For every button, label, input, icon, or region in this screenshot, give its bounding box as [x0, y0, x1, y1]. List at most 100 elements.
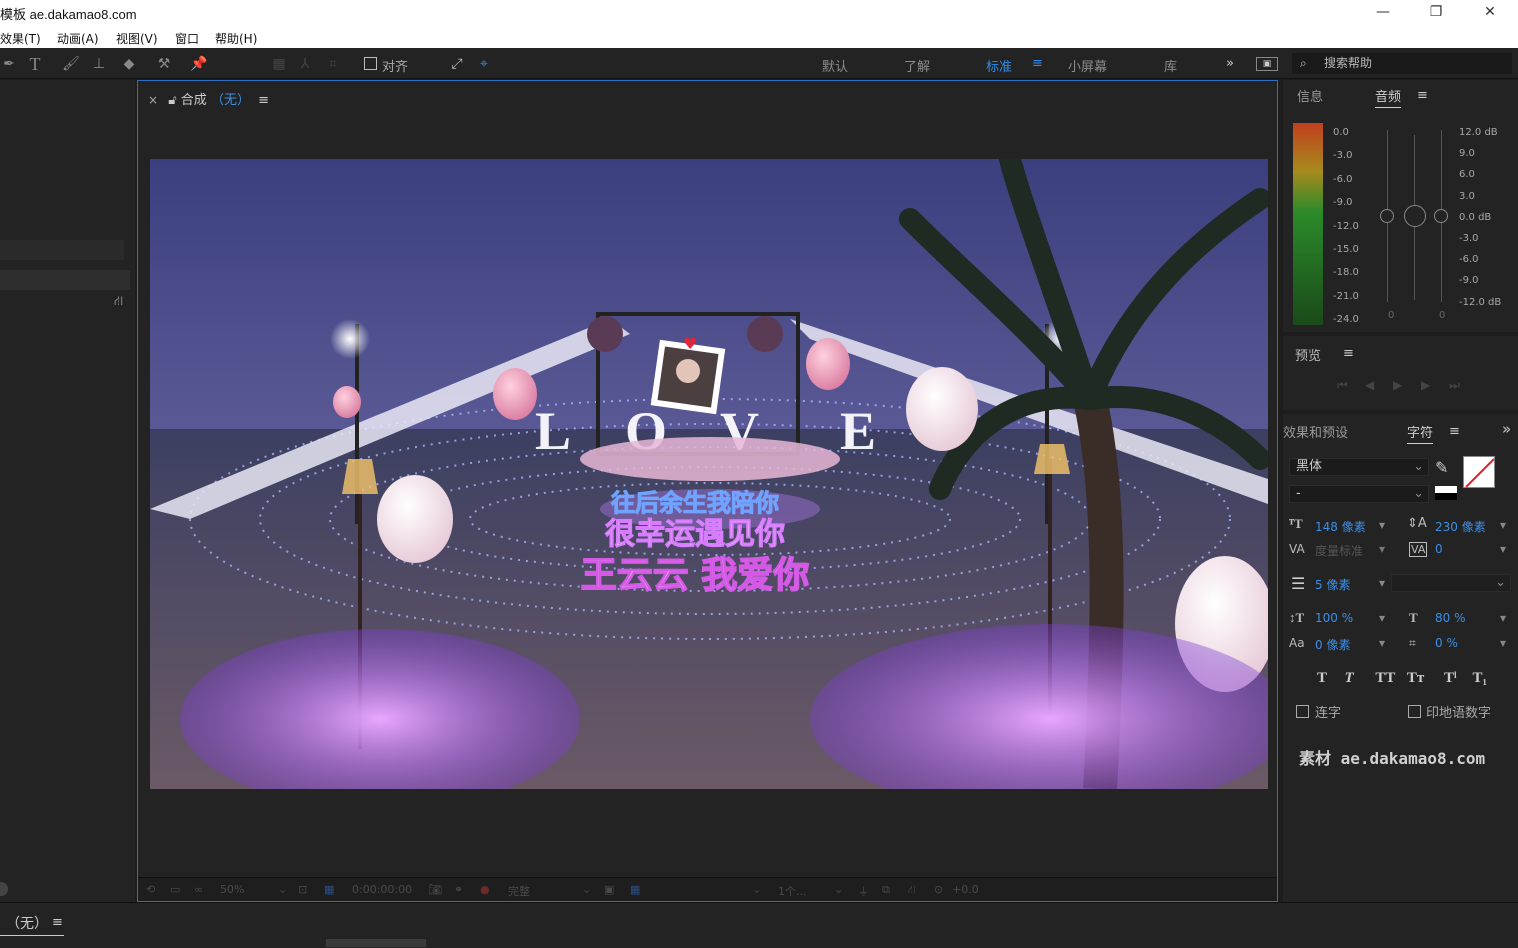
lock-icon[interactable]: 🔓︎: [168, 93, 176, 108]
tsume-value[interactable]: 0 %: [1435, 636, 1458, 650]
stroke-width-value[interactable]: 5 像素: [1315, 576, 1350, 593]
exposure-value[interactable]: +0.0: [952, 883, 979, 896]
timeline-tab-label[interactable]: （无）: [6, 913, 48, 933]
last-frame-icon[interactable]: ⏭: [1449, 378, 1460, 393]
safe-area-icon[interactable]: ⊡: [298, 883, 307, 896]
menu-effects[interactable]: 效果(T): [0, 30, 41, 47]
views-value[interactable]: 1个...: [778, 883, 807, 899]
vr-icon[interactable]: ∞: [194, 883, 203, 896]
next-frame-icon[interactable]: ▶: [1421, 378, 1430, 392]
exposure-reset-icon[interactable]: ⊙: [934, 883, 943, 896]
tracking-dropdown-icon[interactable]: ▾: [1500, 542, 1506, 556]
play-icon[interactable]: ▶: [1393, 378, 1402, 392]
ligatures-checkbox[interactable]: [1296, 705, 1309, 718]
font-size-value[interactable]: 148 像素: [1315, 518, 1366, 535]
stroke-width-dropdown-icon[interactable]: ▾: [1379, 576, 1385, 590]
close-button[interactable]: ✕: [1479, 2, 1501, 22]
eyedropper-icon[interactable]: ✎: [1435, 458, 1448, 477]
prev-frame-icon[interactable]: ◀: [1365, 378, 1374, 392]
audio-menu-icon[interactable]: ≡: [1417, 88, 1428, 103]
workspace-menu-icon[interactable]: ≡: [1032, 56, 1043, 71]
puppet-pin-icon[interactable]: 📌: [190, 55, 208, 73]
zoom-value[interactable]: 50%: [220, 883, 244, 896]
grid-snap-icon[interactable]: ⌖: [475, 55, 493, 73]
small-caps-button[interactable]: Tт: [1407, 670, 1424, 686]
faux-bold-button[interactable]: T: [1317, 670, 1327, 686]
composition-tab[interactable]: × 🔓︎ 合成 （无） ≡: [148, 89, 269, 108]
clone-stamp-icon[interactable]: ⊥: [90, 55, 108, 73]
superscript-button[interactable]: Tˡ: [1444, 670, 1457, 686]
resolution-value[interactable]: 完整: [508, 883, 530, 899]
scroll-handle[interactable]: [0, 882, 8, 896]
minimize-button[interactable]: —: [1372, 2, 1394, 22]
stroke-style-dropdown[interactable]: ⌄: [1391, 574, 1511, 592]
horizontal-scale-dropdown-icon[interactable]: ▾: [1500, 611, 1506, 625]
restore-button[interactable]: ❐: [1425, 2, 1447, 22]
fill-color-swatch[interactable]: [1463, 456, 1495, 488]
type-tool-icon[interactable]: T: [26, 55, 44, 73]
views-dropdown-icon[interactable]: ⌄: [834, 883, 843, 896]
slider-knob-master[interactable]: [1404, 205, 1426, 227]
brush-tool-icon[interactable]: 🖌: [62, 55, 80, 73]
color-channel-icon[interactable]: ●: [480, 883, 490, 896]
snap-icon[interactable]: ▦: [270, 55, 288, 73]
timeline-scrollbar[interactable]: [326, 939, 426, 947]
close-tab-icon[interactable]: ×: [148, 93, 158, 107]
baseline-shift-value[interactable]: 0 像素: [1315, 636, 1350, 653]
flowchart-icon[interactable]: ⛙: [114, 294, 123, 311]
subscript-button[interactable]: T₁: [1472, 670, 1487, 686]
search-help-field[interactable]: ⌕ 搜索帮助: [1292, 53, 1512, 74]
workspace-learn[interactable]: 了解: [904, 56, 930, 75]
character-menu-icon[interactable]: ≡: [1449, 424, 1460, 439]
kerning-value[interactable]: 度量标准: [1315, 542, 1363, 559]
fast-preview-icon[interactable]: ⏚: [858, 883, 869, 899]
camera-dropdown-icon[interactable]: ⌄: [752, 883, 761, 896]
tab-audio[interactable]: 音频: [1375, 86, 1402, 108]
leading-value[interactable]: 230 像素: [1435, 518, 1486, 535]
menu-view[interactable]: 视图(V): [116, 30, 158, 47]
project-search-bar[interactable]: [0, 240, 124, 260]
horizontal-scale-value[interactable]: 80 %: [1435, 611, 1466, 625]
hindi-digits-checkbox[interactable]: [1408, 705, 1421, 718]
snapping-icon[interactable]: ⤢: [448, 55, 466, 73]
workspace-default[interactable]: 默认: [822, 56, 848, 75]
font-size-dropdown-icon[interactable]: ▾: [1379, 518, 1385, 532]
all-caps-button[interactable]: TT: [1375, 670, 1395, 686]
axis-icon[interactable]: ⅄: [296, 55, 314, 73]
timecode[interactable]: 0:00:00:00: [352, 883, 412, 896]
workspace-library[interactable]: 库: [1164, 56, 1177, 75]
zoom-dropdown-icon[interactable]: ⌄: [278, 883, 287, 896]
align-checkbox[interactable]: [364, 57, 377, 70]
show-snapshot-icon[interactable]: ⚭: [454, 883, 463, 896]
faux-italic-button[interactable]: T: [1344, 670, 1353, 686]
tab-info[interactable]: 信息: [1297, 86, 1323, 105]
roto-brush-icon[interactable]: ⚒: [155, 55, 173, 73]
eraser-tool-icon[interactable]: ◆: [120, 55, 138, 73]
transparency-grid-icon[interactable]: ▦: [630, 883, 640, 896]
black-white-swatch[interactable]: [1435, 486, 1457, 500]
tab-preview[interactable]: 预览: [1295, 345, 1321, 364]
preview-menu-icon[interactable]: ≡: [1343, 346, 1354, 361]
kerning-dropdown-icon[interactable]: ▾: [1379, 542, 1385, 556]
tracking-value[interactable]: 0: [1435, 542, 1443, 556]
leading-dropdown-icon[interactable]: ▾: [1500, 518, 1506, 532]
workspace-small-screen[interactable]: 小屏幕: [1068, 56, 1107, 75]
vertical-scale-value[interactable]: 100 %: [1315, 611, 1353, 625]
grid-icon[interactable]: ▦: [324, 883, 334, 896]
font-family-dropdown[interactable]: 黑体 ⌄: [1289, 458, 1429, 476]
region-icon[interactable]: ▣: [604, 883, 614, 896]
menu-help[interactable]: 帮助(H): [215, 30, 257, 47]
slider-knob-left[interactable]: [1380, 209, 1394, 223]
composition-viewer[interactable]: ♥ L O V E 往后余生我陪你 很幸运遇见你 王云云 我爱你: [150, 159, 1268, 789]
slider-knob-right[interactable]: [1434, 209, 1448, 223]
font-style-dropdown[interactable]: - ⌄: [1289, 485, 1429, 503]
transform-icon[interactable]: ⌗: [324, 55, 342, 73]
always-preview-icon[interactable]: ⟲: [146, 883, 155, 896]
expand-panels-icon[interactable]: »: [1502, 420, 1511, 438]
panel-menu-icon[interactable]: ≡: [258, 93, 269, 108]
more-workspaces-icon[interactable]: »: [1226, 56, 1234, 71]
resolution-dropdown-icon[interactable]: ⌄: [582, 883, 591, 896]
tab-character[interactable]: 字符: [1407, 422, 1434, 444]
first-frame-icon[interactable]: ⏮: [1337, 378, 1348, 393]
workspace-standard[interactable]: 标准: [986, 56, 1012, 75]
